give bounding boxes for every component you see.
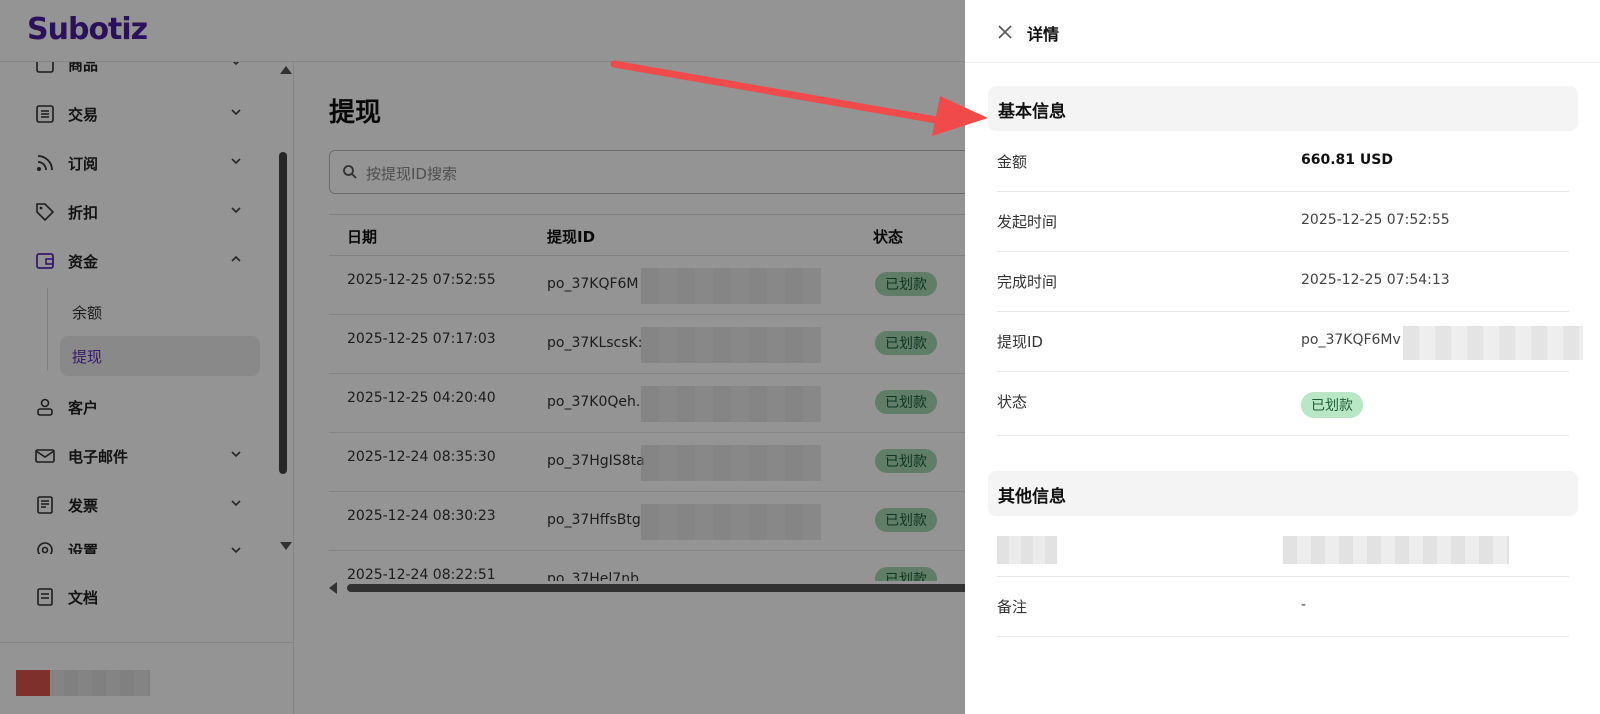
field-value: - (1301, 597, 1307, 613)
drawer-title: 详情 (1027, 25, 1060, 44)
field-label: 发起时间 (997, 213, 1058, 231)
details-drawer: 详情 基本信息 金额 660.81 USD 发起时间 2025-12-25 07… (965, 0, 1600, 714)
close-icon[interactable] (995, 22, 1015, 42)
field-label: 提现ID (997, 333, 1043, 351)
field-start-time: 发起时间 2025-12-25 07:52:55 (997, 192, 1569, 252)
id-redacted (1403, 326, 1583, 360)
redacted-value (1283, 536, 1509, 564)
field-label: 备注 (997, 598, 1028, 616)
section-title: 基本信息 (998, 102, 1066, 122)
redacted-label (997, 536, 1057, 564)
field-label: 完成时间 (997, 273, 1058, 291)
section-other-info: 其他信息 (988, 471, 1578, 516)
field-value: 2025-12-25 07:54:13 (1301, 272, 1450, 288)
field-label: 金额 (997, 153, 1028, 171)
drawer-header: 详情 (965, 0, 1600, 63)
section-title: 其他信息 (998, 487, 1066, 507)
status-badge: 已划款 (1301, 392, 1363, 418)
field-value: 660.81 USD (1301, 152, 1393, 168)
modal-overlay[interactable] (0, 0, 965, 714)
field-status: 状态 已划款 (997, 372, 1569, 436)
section-basic-info: 基本信息 (988, 86, 1578, 131)
field-value[interactable]: po_37KQF6Mv (1301, 332, 1401, 348)
field-amount: 金额 660.81 USD (997, 132, 1569, 192)
field-label: 状态 (997, 393, 1028, 411)
field-finish-time: 完成时间 2025-12-25 07:54:13 (997, 252, 1569, 312)
field-withdrawal-id: 提现ID po_37KQF6Mv (997, 312, 1583, 372)
field-note: 备注 - (997, 577, 1569, 637)
field-value: 2025-12-25 07:52:55 (1301, 212, 1450, 228)
